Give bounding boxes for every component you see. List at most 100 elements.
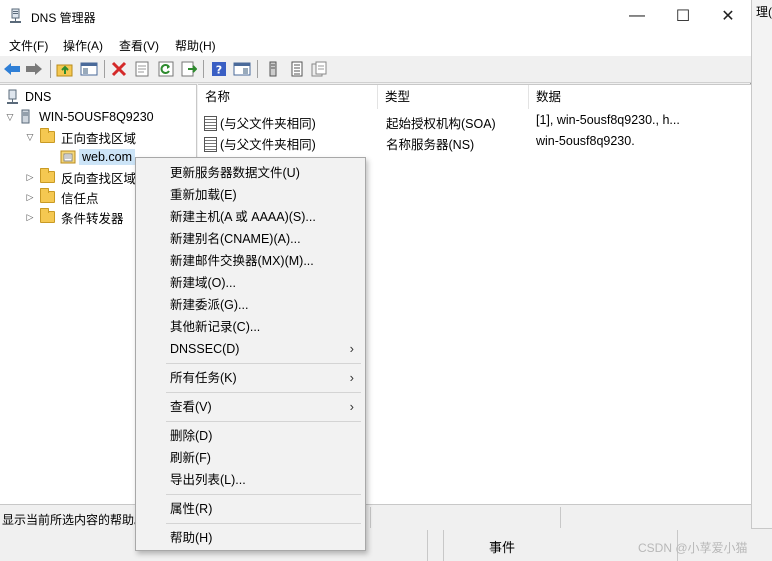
minimize-button[interactable]: — xyxy=(614,0,660,32)
menu-item-label: 所有任务(K) xyxy=(170,371,237,385)
menu-item-new-mail-exchanger[interactable]: 新建邮件交换器(MX)(M)... xyxy=(136,250,365,272)
row-type: 名称服务器(NS) xyxy=(386,138,475,152)
tree-label: 条件转发器 xyxy=(61,211,124,226)
dns-app-icon xyxy=(10,8,21,23)
toolbar: ? xyxy=(0,56,751,83)
menu-item-delete[interactable]: 删除(D) xyxy=(136,425,365,447)
tree-item-conditional-forwarders[interactable]: ▷ 条件转发器 xyxy=(24,207,124,227)
column-header-data[interactable]: 数据 xyxy=(529,85,751,109)
menu-item-refresh[interactable]: 刷新(F) xyxy=(136,447,365,469)
menu-item-export-list[interactable]: 导出列表(L)... xyxy=(136,469,365,491)
zone-icon xyxy=(60,150,76,164)
close-button[interactable]: ✕ xyxy=(705,0,751,32)
chevron-right-icon[interactable]: ▷ xyxy=(24,192,36,203)
tree-label: DNS xyxy=(25,90,52,104)
properties-icon[interactable] xyxy=(132,59,152,79)
tree-label: 信任点 xyxy=(61,191,99,206)
menu-item-other-new-records[interactable]: 其他新记录(C)... xyxy=(136,316,365,338)
maximize-button[interactable]: ☐ xyxy=(660,0,706,32)
menu-bar: 文件(F) 操作(A) 查看(V) 帮助(H) xyxy=(0,32,751,56)
tree-item-server[interactable]: ▽ WIN-5OUSF8Q9230 xyxy=(4,107,154,127)
menu-help[interactable]: 帮助(H) xyxy=(175,37,216,54)
row-type: 起始授权机构(SOA) xyxy=(386,117,496,131)
menu-separator xyxy=(166,363,361,364)
records-icon[interactable] xyxy=(309,59,329,79)
refresh-icon[interactable] xyxy=(156,59,176,79)
background-window-edge xyxy=(751,0,772,561)
row-name-cell: (与父文件夹相同) xyxy=(204,134,376,153)
folder-icon xyxy=(40,208,55,223)
menu-action[interactable]: 操作(A) xyxy=(63,37,103,54)
chevron-down-icon[interactable]: ▽ xyxy=(24,132,36,143)
context-menu: 更新服务器数据文件(U) 重新加载(E) 新建主机(A 或 AAAA)(S)..… xyxy=(135,157,366,551)
folder-icon xyxy=(40,168,55,183)
menu-separator xyxy=(166,494,361,495)
tree-label: web.com xyxy=(79,149,136,165)
menu-item-all-tasks[interactable]: 所有任务(K) › xyxy=(136,367,365,389)
server-icon[interactable] xyxy=(263,59,283,79)
status-text: 显示当前所选内容的帮助。 xyxy=(2,513,147,527)
menu-item-view[interactable]: 查看(V) › xyxy=(136,396,365,418)
menu-item-new-host[interactable]: 新建主机(A 或 AAAA)(S)... xyxy=(136,206,365,228)
dns-manager-window: DNS 管理器 — ☐ ✕ 文件(F) 操作(A) 查看(V) 帮助(H) ? … xyxy=(0,0,751,529)
delete-icon[interactable] xyxy=(109,59,129,79)
menu-item-update-server-data-file[interactable]: 更新服务器数据文件(U) xyxy=(136,162,365,184)
back-arrow-icon[interactable] xyxy=(2,59,22,79)
show-hide-tree-icon[interactable] xyxy=(79,59,99,79)
tree-label: WIN-5OUSF8Q9230 xyxy=(39,110,154,124)
row-data: win-5ousf8q9230. xyxy=(536,134,635,148)
help-icon[interactable]: ? xyxy=(209,59,229,79)
menu-file[interactable]: 文件(F) xyxy=(9,37,48,54)
menu-item-dnssec[interactable]: DNSSEC(D) › xyxy=(136,338,365,360)
chevron-right-icon[interactable]: ▷ xyxy=(24,172,36,183)
menu-item-properties[interactable]: 属性(R) xyxy=(136,498,365,520)
status-divider xyxy=(370,507,371,528)
tree-label: 反向查找区域 xyxy=(61,171,137,186)
table-row[interactable]: (与父文件夹相同) 名称服务器(NS) win-5ousf8q9230. xyxy=(198,132,751,153)
background-divider xyxy=(427,530,428,561)
tree-item-trust-points[interactable]: ▷ 信任点 xyxy=(24,187,99,207)
menu-item-label: 查看(V) xyxy=(170,400,212,414)
menu-view[interactable]: 查看(V) xyxy=(119,37,159,54)
zone-list-icon[interactable] xyxy=(287,59,307,79)
tree-label: 正向查找区域 xyxy=(61,131,137,146)
toolbar-separator xyxy=(203,60,204,78)
watermark: CSDN @小莩爱小猫 xyxy=(638,541,748,555)
tree-item-zone-web-com[interactable]: web.com xyxy=(60,147,136,167)
status-divider xyxy=(560,507,561,528)
toolbar-separator xyxy=(50,60,51,78)
row-data: [1], win-5ousf8q9230., h... xyxy=(536,113,680,127)
menu-item-new-alias[interactable]: 新建别名(CNAME)(A)... xyxy=(136,228,365,250)
folder-icon xyxy=(40,128,55,143)
menu-item-new-delegation[interactable]: 新建委派(G)... xyxy=(136,294,365,316)
title-bar: DNS 管理器 — ☐ ✕ xyxy=(0,0,751,32)
menu-item-help[interactable]: 帮助(H) xyxy=(136,527,365,549)
column-header-type[interactable]: 类型 xyxy=(378,85,529,109)
record-icon xyxy=(204,137,217,152)
menu-item-new-domain[interactable]: 新建域(O)... xyxy=(136,272,365,294)
forward-arrow-icon[interactable] xyxy=(24,59,44,79)
table-row[interactable]: (与父文件夹相同) 起始授权机构(SOA) [1], win-5ousf8q92… xyxy=(198,111,751,132)
chevron-down-icon[interactable]: ▽ xyxy=(4,112,16,123)
svg-text:?: ? xyxy=(216,64,222,77)
chevron-right-icon: › xyxy=(349,399,354,414)
export-list-icon[interactable] xyxy=(179,59,199,79)
tree-item-dns[interactable]: DNS xyxy=(5,87,51,107)
chevron-right-icon: › xyxy=(349,341,354,356)
chevron-right-icon: › xyxy=(349,370,354,385)
row-name-cell: (与父文件夹相同) xyxy=(204,113,376,132)
tree-item-forward-lookup-zones[interactable]: ▽ 正向查找区域 xyxy=(24,127,136,147)
menu-item-reload[interactable]: 重新加载(E) xyxy=(136,184,365,206)
show-hide-action-pane-icon[interactable] xyxy=(232,59,252,79)
status-bar: 显示当前所选内容的帮助。 xyxy=(0,504,751,529)
row-name: (与父文件夹相同) xyxy=(220,138,316,152)
menu-separator xyxy=(166,392,361,393)
background-window-title-fragment: 理(M xyxy=(756,5,772,19)
column-header-name[interactable]: 名称 xyxy=(198,85,378,109)
background-events-label: 事件 xyxy=(489,540,516,555)
tree-item-reverse-lookup-zones[interactable]: ▷ 反向查找区域 xyxy=(24,167,136,187)
chevron-right-icon[interactable]: ▷ xyxy=(24,212,36,223)
window-title: DNS 管理器 xyxy=(31,11,96,25)
record-icon xyxy=(204,116,217,131)
folder-up-icon[interactable] xyxy=(55,59,75,79)
